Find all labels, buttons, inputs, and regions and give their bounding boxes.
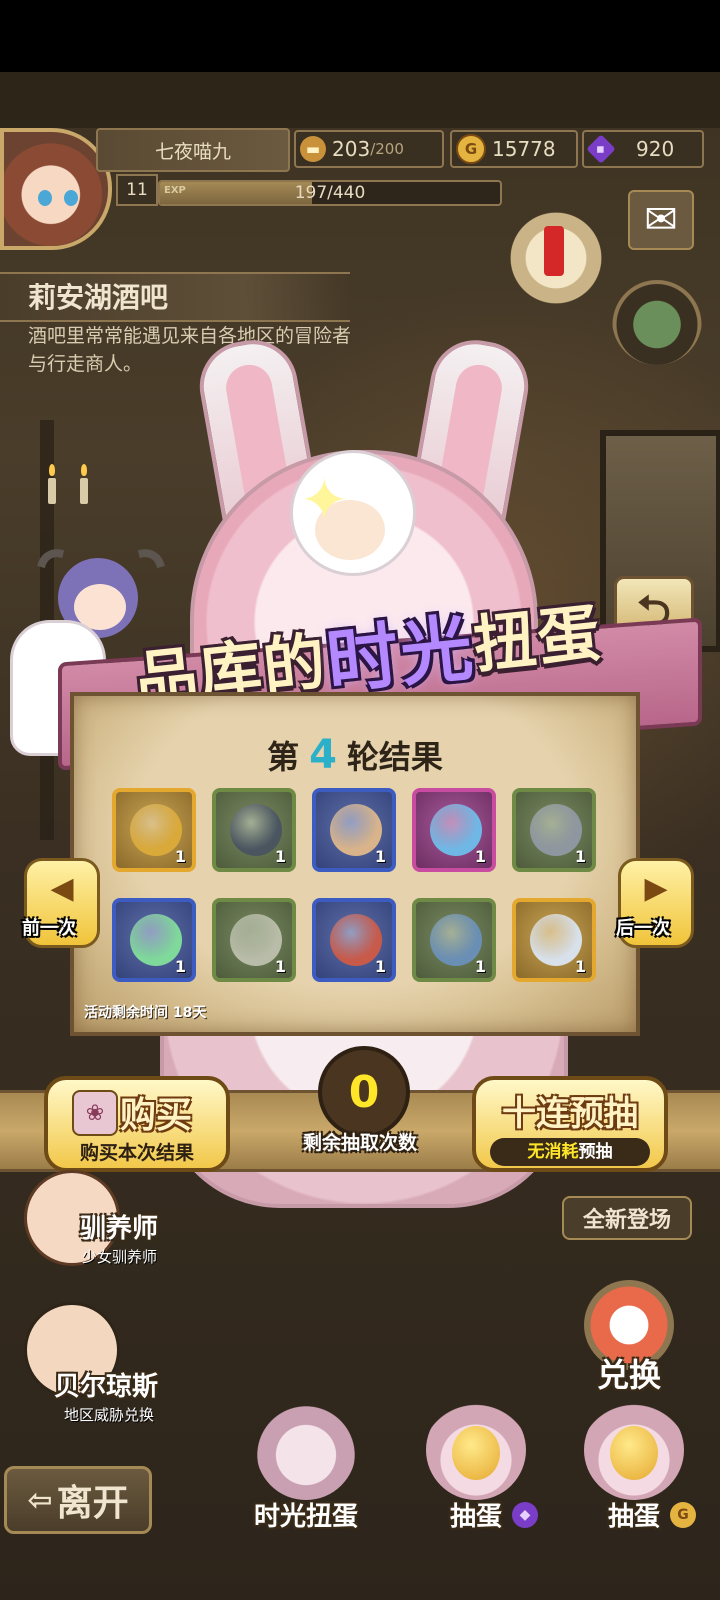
backpack-button[interactable] [612, 275, 702, 365]
next-label: 后一次 [616, 918, 670, 939]
npc-berjones-sub: 地区威胁兑换 [64, 1406, 155, 1424]
item-quantity: 1 [574, 847, 586, 866]
item-quantity: 1 [174, 847, 186, 866]
purple-gem-icon: ◆ [586, 134, 616, 164]
candle-icon [48, 464, 56, 504]
time-gacha-label: 时光扭蛋 [253, 1502, 358, 1532]
item-quantity: 1 [374, 847, 386, 866]
prev-label: 前一次 [22, 918, 76, 939]
candle-icon [80, 464, 88, 504]
npc-trainer-name: 驯养师 [80, 1214, 159, 1244]
sparkle-icon: ✦ [300, 466, 349, 534]
leave-button[interactable]: ⇦ 离开 [4, 1466, 152, 1534]
alert-mark [544, 226, 564, 276]
egg-icon [610, 1426, 658, 1480]
quest-scroll-button[interactable] [500, 208, 612, 308]
time-gacha-tab[interactable]: 时光扭蛋 [240, 1400, 372, 1540]
item-slot-fancy-sword[interactable]: 1 [512, 898, 596, 982]
avatar-eye [38, 190, 52, 206]
item-slot-grey-stone[interactable]: 1 [512, 788, 596, 872]
exchange-button[interactable]: 兑换 [574, 1280, 684, 1400]
exp-bar: EXP 197/440 [158, 180, 502, 206]
item-quantity: 1 [274, 957, 286, 976]
gacha-ticket-icon: ❀ [72, 1090, 118, 1136]
gold-value: 15778 [492, 137, 556, 161]
item-quantity: 1 [174, 957, 186, 976]
event-title-part2: 扭蛋 [470, 595, 606, 682]
gem-counter[interactable]: ◆ 920 [582, 130, 704, 168]
avatar-eye [64, 190, 78, 206]
draws-left-label: 剩余抽取次数 [302, 1132, 417, 1154]
item-slot-green-slime[interactable]: 1 [112, 898, 196, 982]
stamina-counter[interactable]: ▬ 203/200 [294, 130, 444, 168]
arrow-left-icon: ⇦ [27, 1482, 53, 1518]
item-slot-golden-lamp[interactable]: 1 [112, 788, 196, 872]
item-slot-water-spirit[interactable]: 1 [412, 788, 496, 872]
item-quantity: 1 [374, 957, 386, 976]
leave-label: 离开 [56, 1483, 129, 1524]
stamina-max: /200 [370, 140, 404, 158]
gold-gacha-tab[interactable]: 抽蛋 G [568, 1400, 700, 1540]
gem-value: 920 [636, 137, 675, 161]
gold-counter[interactable]: G 15778 [450, 130, 578, 168]
player-level: 11 [116, 174, 158, 206]
round-number: 4 [309, 732, 337, 778]
time-gacha-icon [256, 1400, 356, 1500]
bread-icon: ▬ [300, 136, 326, 162]
item-slot-sprout-seed[interactable]: 1 [412, 898, 496, 982]
round-suffix: 轮结果 [346, 738, 443, 776]
player-name: 七夜喵九 [96, 128, 290, 172]
purple-gem-icon: ◆ [512, 1502, 538, 1528]
gem-gacha-tab[interactable]: 抽蛋 ◆ [410, 1400, 542, 1540]
item-quantity: 1 [274, 847, 286, 866]
item-slot-leaf[interactable]: 1 [212, 898, 296, 982]
ten-draw-sub-text: 预抽 [578, 1142, 613, 1162]
npc-trainer-sub: 少女驯养师 [82, 1248, 158, 1266]
ten-draw-sub-highlight: 无消耗 [527, 1142, 579, 1162]
round-prefix: 第 [267, 738, 300, 776]
npc-berjones-name: 贝尔琼斯 [54, 1372, 159, 1402]
results-panel: 第 4 轮结果 1 1 1 1 1 1 1 1 1 1 活动剩余时间 18天 [70, 692, 640, 1036]
item-quantity: 1 [474, 957, 486, 976]
ten-draw-sub: 无消耗预抽 [490, 1138, 650, 1166]
buy-label: 购买 [120, 1095, 193, 1136]
draws-left-counter: 0 [318, 1046, 410, 1138]
ten-draw-preview-button[interactable]: 十连预抽 无消耗预抽 [472, 1076, 668, 1172]
event-title-highlight: 时光 [322, 604, 479, 704]
arrow-right-icon: ▶ [644, 871, 668, 906]
arrow-left-icon: ◀ [50, 871, 74, 906]
new-arrival-tag[interactable]: 全新登场 [562, 1196, 692, 1240]
envelope-icon[interactable]: ✉ [628, 190, 694, 250]
exchange-label: 兑换 [596, 1356, 661, 1394]
gold-coin-icon: G [670, 1502, 696, 1528]
egg-icon [452, 1426, 500, 1480]
item-quantity: 1 [574, 957, 586, 976]
ten-draw-label: 十连预抽 [502, 1094, 638, 1134]
gold-coin-icon: G [456, 134, 486, 164]
item-slot-feathered-hat[interactable]: 1 [312, 788, 396, 872]
remaining-time: 活动剩余时间 18天 [84, 1005, 207, 1021]
exp-text: 197/440 [294, 183, 366, 203]
location-title: 莉安湖酒吧 [28, 281, 169, 314]
round-heading: 第 4 轮结果 [74, 732, 636, 778]
item-quantity: 1 [474, 847, 486, 866]
item-slot-turtle-shell[interactable]: 1 [212, 788, 296, 872]
item-slot-red-hood[interactable]: 1 [312, 898, 396, 982]
ceiling-beam [0, 72, 720, 128]
stamina-value: 203 [332, 137, 371, 161]
